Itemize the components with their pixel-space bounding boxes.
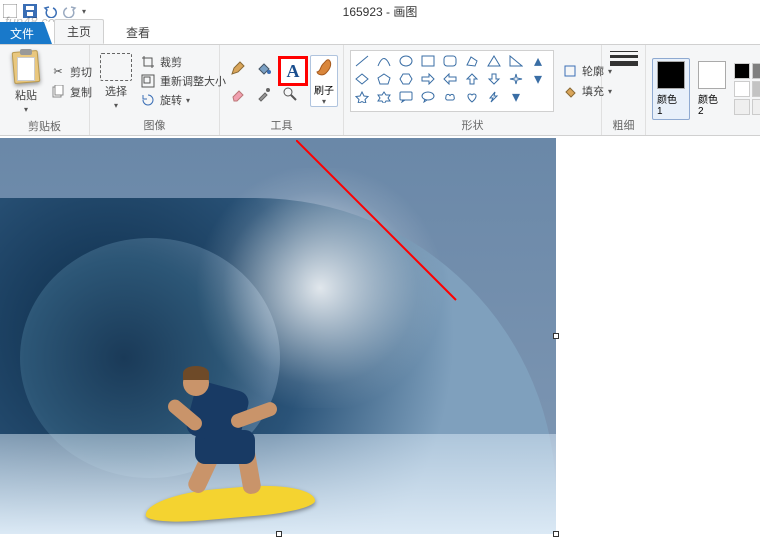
outline-icon — [562, 63, 578, 79]
chevron-down-icon: ▾ — [186, 96, 190, 105]
resize-handle[interactable] — [553, 531, 559, 537]
scroll-up-icon[interactable]: ▴ — [531, 55, 545, 67]
palette-swatch[interactable] — [734, 99, 750, 115]
eraser-tool[interactable] — [226, 82, 250, 106]
palette-swatch[interactable] — [734, 81, 750, 97]
palette-swatch[interactable] — [734, 63, 750, 79]
resize-icon — [140, 73, 156, 89]
bucket-icon — [562, 83, 578, 99]
file-tab[interactable]: 文件 — [0, 22, 44, 44]
resize-button[interactable]: 重新调整大小 — [138, 72, 228, 90]
colors-group: 颜色 1 颜色 2 — [646, 45, 760, 135]
paste-button[interactable]: 粘贴 ▾ — [6, 47, 46, 116]
chevron-down-icon: ▾ — [114, 101, 118, 110]
triangle-icon[interactable] — [487, 55, 501, 67]
more-icon[interactable]: ▾ — [509, 91, 523, 103]
clipboard-group: 粘贴 ▾ ✂剪切 复制 剪贴板 — [0, 45, 90, 135]
right-triangle-icon[interactable] — [509, 55, 523, 67]
image-group-label: 图像 — [90, 117, 219, 135]
hexagon-icon[interactable] — [399, 73, 413, 85]
copy-icon — [50, 84, 66, 100]
image-group: 选择 ▾ 裁剪 重新调整大小 旋转▾ 图像 — [90, 45, 220, 135]
star6-icon[interactable] — [377, 91, 391, 103]
heart-icon[interactable] — [465, 91, 479, 103]
chevron-down-icon: ▾ — [322, 97, 326, 106]
arrow-right-icon[interactable] — [421, 73, 435, 85]
callout-cloud-icon[interactable] — [443, 91, 457, 103]
pencil-tool[interactable] — [226, 56, 250, 80]
shapes-group: ▴ ▾ ▾ 轮廓▾ 填充▾ — [344, 45, 602, 135]
palette-swatch[interactable] — [752, 81, 760, 97]
callout-rect-icon[interactable] — [399, 91, 413, 103]
window-title: 165923 - 画图 — [343, 3, 418, 20]
select-label: 选择 — [105, 83, 127, 99]
color-palette — [734, 63, 760, 115]
crop-icon — [140, 54, 156, 70]
copy-button[interactable]: 复制 — [48, 83, 94, 101]
clipboard-icon — [11, 49, 41, 85]
palette-swatch[interactable] — [752, 63, 760, 79]
tools-group: A 刷子 ▾ 工具 — [220, 45, 344, 135]
select-icon — [100, 53, 132, 81]
thickness-button[interactable] — [606, 47, 642, 70]
line-icon — [610, 55, 638, 58]
magnifier-tool[interactable] — [278, 82, 302, 106]
arrow-left-icon[interactable] — [443, 73, 457, 85]
resize-handle[interactable] — [276, 531, 282, 537]
surfer-figure — [135, 368, 285, 518]
tool-grid: A — [226, 56, 302, 106]
arrow-down-icon[interactable] — [487, 73, 501, 85]
canvas-area[interactable] — [0, 136, 760, 542]
brush-button[interactable]: 刷子 ▾ — [310, 55, 338, 107]
palette-swatch[interactable] — [752, 99, 760, 115]
lightning-icon[interactable] — [487, 91, 501, 103]
ribbon: 粘贴 ▾ ✂剪切 复制 剪贴板 选择 ▾ 裁剪 重新调整大小 旋转▾ 图像 — [0, 44, 760, 136]
arrow-up-icon[interactable] — [465, 73, 479, 85]
line-icon[interactable] — [355, 55, 369, 67]
qat-more-icon[interactable]: ▾ — [82, 7, 86, 16]
line-icon — [610, 61, 638, 66]
thickness-label: 粗细 — [602, 117, 645, 135]
brush-icon — [311, 56, 337, 82]
view-tab[interactable]: 查看 — [114, 21, 162, 44]
star4-icon[interactable] — [509, 73, 523, 85]
line-icon — [610, 51, 638, 52]
resize-handle[interactable] — [553, 333, 559, 339]
paste-label: 粘贴 — [15, 87, 37, 103]
titlebar: ▾ 165923 - 画图 — [0, 0, 760, 22]
curve-icon[interactable] — [377, 55, 391, 67]
color2-button[interactable]: 颜色 2 — [694, 59, 730, 119]
crop-button[interactable]: 裁剪 — [138, 53, 228, 71]
color1-button[interactable]: 颜色 1 — [652, 58, 690, 120]
clipboard-group-label: 剪贴板 — [0, 118, 89, 136]
thickness-group: 粗细 — [602, 45, 646, 135]
shapes-group-label: 形状 — [344, 117, 601, 135]
star5-icon[interactable] — [355, 91, 369, 103]
ribbon-tabs: 文件 主页 查看 — [0, 22, 760, 44]
picker-tool[interactable] — [252, 82, 276, 106]
color1-swatch — [657, 61, 685, 89]
diamond-icon[interactable] — [355, 73, 369, 85]
home-tab[interactable]: 主页 — [54, 19, 104, 44]
polygon-icon[interactable] — [465, 55, 479, 67]
color2-swatch — [698, 61, 726, 89]
select-button[interactable]: 选择 ▾ — [96, 51, 136, 112]
cut-button[interactable]: ✂剪切 — [48, 63, 94, 81]
oval-icon[interactable] — [399, 55, 413, 67]
rotate-icon — [140, 92, 156, 108]
tools-group-label: 工具 — [220, 117, 343, 135]
fill-tool[interactable] — [252, 56, 276, 80]
scroll-down-icon[interactable]: ▾ — [531, 73, 545, 85]
pentagon-icon[interactable] — [377, 73, 391, 85]
callout-oval-icon[interactable] — [421, 91, 435, 103]
scissors-icon: ✂ — [50, 64, 66, 80]
chevron-down-icon: ▾ — [24, 105, 28, 114]
canvas-image[interactable] — [0, 138, 556, 534]
rotate-button[interactable]: 旋转▾ — [138, 91, 228, 109]
rect-icon[interactable] — [421, 55, 435, 67]
shapes-gallery[interactable]: ▴ ▾ ▾ — [350, 50, 554, 112]
roundrect-icon[interactable] — [443, 55, 457, 67]
